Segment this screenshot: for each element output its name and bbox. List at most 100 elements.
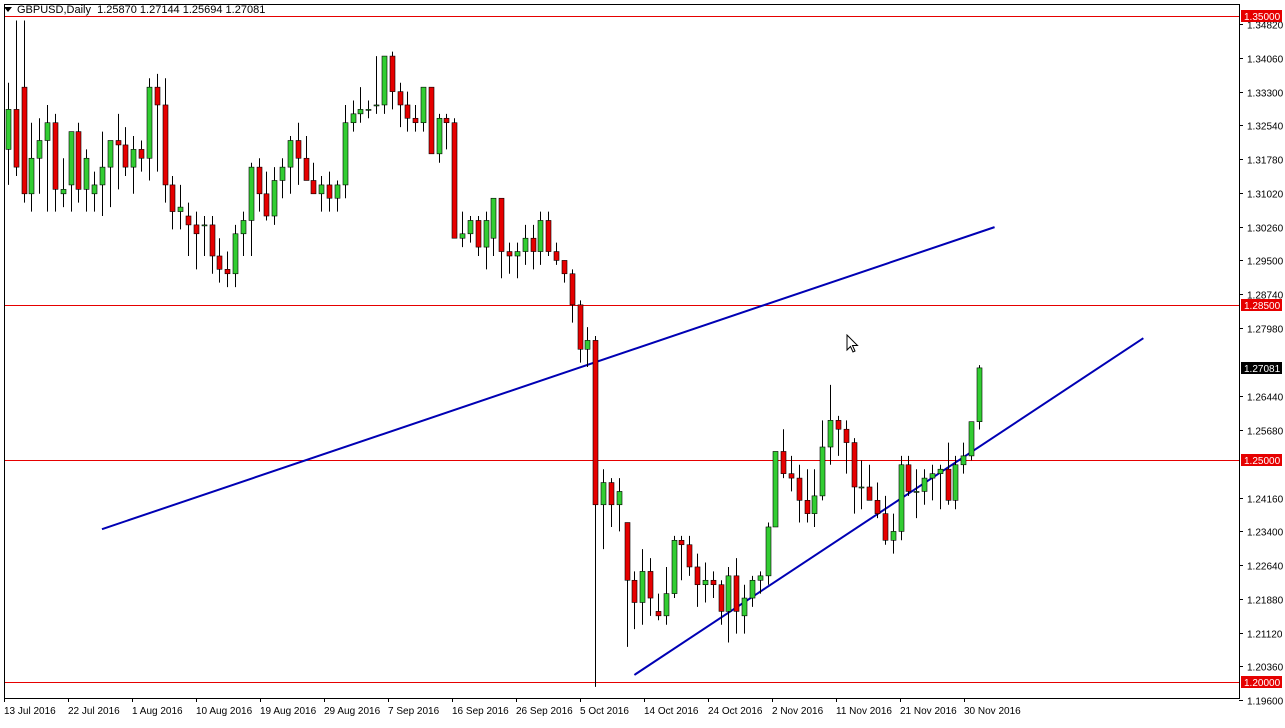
- candle: [968, 421, 975, 461]
- candle: [976, 365, 983, 430]
- bear-candle-body: [506, 251, 513, 257]
- bear-candle-body: [804, 500, 811, 514]
- y-tick-label: 1.34060: [1247, 55, 1284, 66]
- bull-candle-body: [459, 233, 466, 239]
- candle: [381, 55, 388, 114]
- bull-candle-body: [436, 117, 443, 155]
- bull-candle-body: [937, 468, 944, 474]
- bear-candle-body: [553, 251, 560, 261]
- bear-candle-body: [310, 180, 317, 195]
- bear-candle-body: [13, 109, 20, 168]
- y-tick-label: 1.25680: [1247, 427, 1284, 438]
- bull-candle-body: [960, 455, 967, 466]
- bull-candle-body: [600, 482, 607, 506]
- bull-candle-body: [827, 420, 834, 448]
- bull-candle-body: [890, 531, 897, 541]
- level-price-label: 1.28500: [1244, 301, 1281, 312]
- bull-candle-body: [514, 251, 521, 257]
- bull-candle-body: [334, 184, 341, 199]
- bear-candle-body: [945, 468, 952, 501]
- bear-candle-body: [412, 117, 419, 124]
- y-tick-label: 1.23400: [1247, 528, 1284, 539]
- bull-candle-body: [921, 477, 928, 492]
- candlestick-chart[interactable]: 1.348201.340601.333001.325401.317801.310…: [0, 0, 1285, 723]
- bear-candle-body: [185, 215, 192, 226]
- bear-candle-body: [718, 584, 725, 612]
- bull-candle-body: [350, 113, 357, 124]
- x-tick-label: 5 Oct 2016: [580, 706, 629, 717]
- level-price-label: 1.35000: [1244, 12, 1281, 23]
- x-tick-label: 2 Nov 2016: [772, 706, 824, 717]
- level-price-label: 1.25000: [1244, 456, 1281, 467]
- x-tick-label: 14 Oct 2016: [644, 706, 699, 717]
- bull-candle-body: [616, 491, 623, 506]
- x-tick-label: 26 Sep 2016: [516, 706, 573, 717]
- bear-candle-body: [530, 237, 537, 252]
- x-tick-label: 11 Nov 2016: [836, 706, 892, 717]
- bear-candle-body: [224, 269, 231, 275]
- bear-candle-body: [851, 442, 858, 488]
- ohlc-readout: 1.25870 1.27144 1.25694 1.27081: [97, 4, 266, 16]
- x-tick-label: 24 Oct 2016: [708, 706, 763, 717]
- bear-candle-body: [577, 304, 584, 350]
- bull-candle-body: [68, 131, 75, 186]
- bull-candle-body: [28, 157, 35, 195]
- bear-candle-body: [154, 86, 161, 106]
- y-tick-label: 1.31780: [1247, 156, 1284, 167]
- y-tick-label: 1.24160: [1247, 495, 1284, 506]
- bull-candle-body: [240, 220, 247, 235]
- bear-candle-body: [624, 522, 631, 581]
- bull-candle-body: [36, 140, 43, 159]
- bull-candle-body: [318, 184, 325, 195]
- bull-candle-body: [357, 109, 364, 115]
- x-tick-label: 16 Sep 2016: [452, 706, 509, 717]
- bull-candle-body: [772, 451, 779, 528]
- symbol-label: GBPUSD,Daily: [17, 4, 91, 16]
- bull-candle-body: [584, 340, 591, 350]
- bear-candle-body: [75, 131, 82, 190]
- bear-candle-body: [389, 55, 396, 92]
- bull-candle-body: [976, 367, 983, 422]
- bear-candle-body: [52, 122, 59, 190]
- x-tick-label: 7 Sep 2016: [388, 706, 440, 717]
- bull-candle-body: [537, 220, 544, 252]
- y-tick-label: 1.30260: [1247, 224, 1284, 235]
- level-price-label: 1.20000: [1244, 678, 1281, 689]
- bear-candle-body: [733, 575, 740, 612]
- bull-candle-body: [60, 189, 67, 195]
- bull-candle-body: [757, 575, 764, 581]
- y-tick-label: 1.21880: [1247, 596, 1284, 607]
- bull-candle-body: [467, 220, 474, 235]
- bear-candle-body: [592, 340, 599, 506]
- bull-candle-body: [765, 526, 772, 577]
- y-tick-label: 1.31020: [1247, 190, 1284, 201]
- bear-candle-body: [295, 140, 302, 159]
- bear-candle-body: [162, 104, 169, 186]
- bear-candle-body: [475, 220, 482, 248]
- bear-candle-body: [866, 486, 873, 501]
- chart-area[interactable]: 1.34820 1.34060 1.33300 1.32540 1.31780 1.310…: [0, 0, 1285, 723]
- y-tick-label: 1.19600: [1247, 697, 1284, 708]
- bull-candle-body: [858, 486, 865, 489]
- chart-header: GBPUSD,Daily 1.25870 1.27144 1.25694 1.2…: [4, 4, 265, 16]
- bear-candle-body: [545, 220, 552, 252]
- bear-candle-body: [169, 184, 176, 212]
- bear-candle-body: [647, 571, 654, 599]
- y-tick-label: 1.32540: [1247, 122, 1284, 133]
- bull-candle-body: [99, 166, 106, 186]
- bear-candle-body: [21, 86, 28, 195]
- x-tick-label: 29 Aug 2016: [324, 706, 381, 717]
- bull-candle-body: [107, 140, 114, 168]
- bull-candle-body: [342, 122, 349, 186]
- bear-candle-body: [428, 86, 435, 155]
- bear-candle-body: [263, 193, 270, 217]
- x-tick-label: 19 Aug 2016: [260, 706, 317, 717]
- y-tick-label: 1.33300: [1247, 89, 1284, 100]
- bear-candle-body: [780, 451, 787, 474]
- bear-candle-body: [796, 477, 803, 501]
- dropdown-triangle-icon[interactable]: [4, 7, 12, 12]
- candle: [772, 451, 779, 528]
- bear-candle-body: [115, 140, 122, 146]
- current-price-label: 1.27081: [1244, 364, 1281, 375]
- bull-candle-body: [952, 464, 959, 501]
